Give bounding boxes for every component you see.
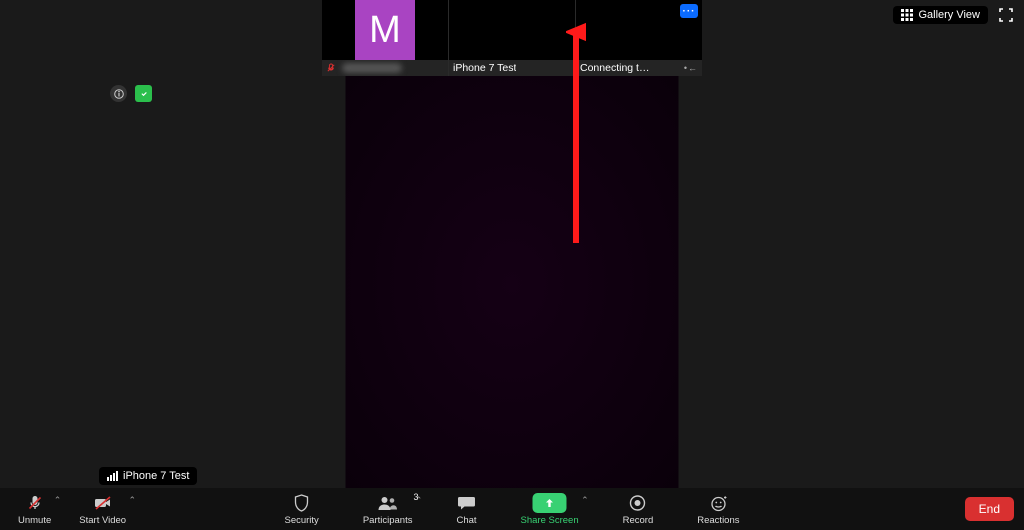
thumbnail-name-bar xyxy=(322,60,448,76)
active-video xyxy=(346,76,679,492)
participant-thumbnails: M iPhone 7 Test ··· Connecting t… •← xyxy=(322,0,702,76)
avatar-initial: M xyxy=(369,9,401,52)
share-screen-icon xyxy=(533,493,567,513)
chat-icon xyxy=(456,493,476,513)
audio-source-label: iPhone 7 Test xyxy=(123,470,189,482)
record-label: Record xyxy=(623,515,654,526)
start-video-button[interactable]: ⌃ Start Video xyxy=(71,493,134,526)
gallery-view-button[interactable]: Gallery View xyxy=(893,6,988,24)
chevron-up-icon[interactable]: ⌃ xyxy=(129,495,137,506)
meeting-badges xyxy=(110,85,152,102)
info-icon[interactable] xyxy=(110,85,127,102)
avatar: M xyxy=(355,0,415,60)
chat-button[interactable]: Chat xyxy=(448,493,484,526)
share-screen-label: Share Screen xyxy=(521,515,579,526)
shield-icon xyxy=(294,493,310,513)
chevron-up-icon[interactable]: ⌃ xyxy=(581,495,589,506)
meeting-controls: ⌃ Unmute ⌃ Start Video Security ⌃ 3 xyxy=(0,488,1024,530)
audio-source-indicator[interactable]: iPhone 7 Test xyxy=(99,467,197,485)
participant-name: Connecting t… xyxy=(580,62,649,74)
reactions-label: Reactions xyxy=(697,515,739,526)
chevron-up-icon[interactable]: ⌃ xyxy=(54,495,62,506)
thumbnail-name-bar: Connecting t… •← xyxy=(576,60,702,76)
unmute-button[interactable]: ⌃ Unmute xyxy=(10,493,59,526)
participants-button[interactable]: ⌃ 3 Participants xyxy=(355,493,421,526)
security-button[interactable]: Security xyxy=(276,493,326,526)
reactions-button[interactable]: Reactions xyxy=(689,493,747,526)
thumbnail-participant[interactable]: ··· Connecting t… •← xyxy=(576,0,702,76)
thumbnail-more-menu[interactable]: ··· xyxy=(680,4,698,18)
video-off-tile xyxy=(488,4,536,52)
chat-label: Chat xyxy=(456,515,476,526)
camera-off-icon xyxy=(93,493,113,513)
participants-label: Participants xyxy=(363,515,413,526)
mic-muted-icon xyxy=(26,493,44,513)
thumbnail-participant[interactable]: iPhone 7 Test xyxy=(449,0,575,76)
participant-name: iPhone 7 Test xyxy=(453,62,516,74)
connecting-icon: •← xyxy=(684,63,698,73)
share-screen-button[interactable]: ⌃ Share Screen xyxy=(513,493,587,526)
end-meeting-button[interactable]: End xyxy=(965,497,1014,521)
record-icon xyxy=(629,493,647,513)
signal-icon xyxy=(107,471,118,481)
gallery-view-label: Gallery View xyxy=(918,9,980,21)
participant-name-redacted xyxy=(342,63,402,73)
record-button[interactable]: Record xyxy=(615,493,662,526)
fullscreen-button[interactable] xyxy=(994,5,1018,25)
security-label: Security xyxy=(284,515,318,526)
reactions-icon xyxy=(709,493,727,513)
video-off-tile xyxy=(615,4,663,52)
mic-muted-icon xyxy=(326,63,336,73)
thumbnail-name-bar: iPhone 7 Test xyxy=(449,60,575,76)
unmute-label: Unmute xyxy=(18,515,51,526)
participants-count: 3 xyxy=(413,492,418,502)
people-icon xyxy=(377,493,399,513)
encryption-shield-icon[interactable] xyxy=(135,85,152,102)
start-video-label: Start Video xyxy=(79,515,126,526)
grid-icon xyxy=(901,9,913,21)
thumbnail-participant[interactable]: M xyxy=(322,0,448,76)
